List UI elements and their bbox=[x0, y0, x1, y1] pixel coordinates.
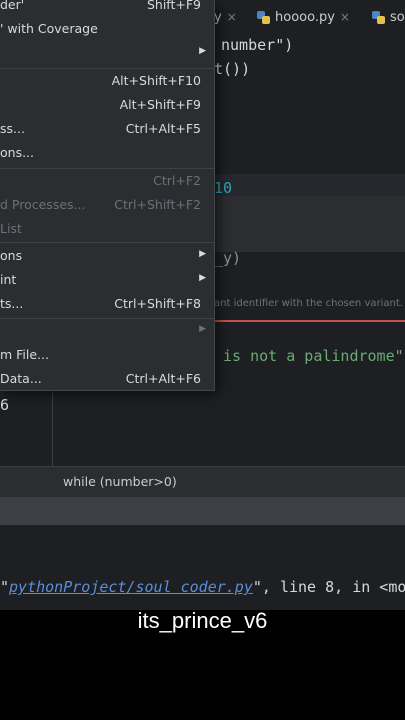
menu-item-submenu-disabled: ▶ bbox=[0, 320, 214, 344]
menu-item-show-running-list: List bbox=[0, 218, 214, 242]
number-literal: 10 bbox=[214, 179, 233, 197]
traceback-text: ", line 8, in <mod bbox=[252, 578, 405, 596]
menu-item-label: ss... bbox=[0, 121, 25, 136]
breadcrumb[interactable]: while (number>0) bbox=[0, 466, 405, 497]
caption-watermark: its_prince_v6 bbox=[137, 608, 268, 633]
tab-hoooo-py[interactable]: hoooo.py × bbox=[257, 6, 350, 28]
menu-item-label: List bbox=[0, 221, 22, 236]
menu-item-label: int bbox=[0, 272, 17, 287]
menu-item-run[interactable]: Alt+Shift+F10 bbox=[0, 70, 214, 94]
submenu-arrow-icon: ▶ bbox=[199, 46, 206, 56]
close-icon[interactable]: × bbox=[340, 10, 350, 24]
menu-item-edit-configurations[interactable]: ons... bbox=[0, 142, 214, 166]
string-literal: is not a palindrome" bbox=[214, 347, 404, 365]
submenu-arrow-icon: ▶ bbox=[199, 249, 206, 259]
menu-item-label: ' with Coverage bbox=[0, 21, 98, 36]
close-icon[interactable]: × bbox=[227, 10, 237, 24]
menu-separator bbox=[0, 242, 214, 243]
menu-item-stop: Ctrl+F2 bbox=[0, 170, 214, 194]
menu-item-stop-background-processes: d Processes... Ctrl+Shift+F2 bbox=[0, 194, 214, 218]
menu-item-label: Data... bbox=[0, 371, 42, 386]
menu-item-show-coverage-data[interactable]: Data... Ctrl+Alt+F6 bbox=[0, 368, 214, 392]
menu-separator bbox=[0, 168, 214, 169]
python-file-icon bbox=[257, 10, 270, 24]
menu-item-label: ts... bbox=[0, 296, 24, 311]
ide-window: y × hoooo.py × so number") t()) 10 _y) a… bbox=[0, 0, 405, 610]
code-line: number") bbox=[221, 36, 293, 54]
tab-label: so bbox=[390, 9, 405, 25]
menu-item-shortcut: Ctrl+F2 bbox=[153, 173, 201, 188]
menu-item-shortcut: Shift+F9 bbox=[146, 0, 201, 12]
menu-item-run-config[interactable]: der' Shift+F9 bbox=[0, 0, 214, 18]
menu-item-submenu[interactable]: ▶ bbox=[0, 42, 214, 66]
code-line: _y) bbox=[214, 249, 242, 267]
menu-item-debugging-actions[interactable]: ons ▶ bbox=[0, 245, 214, 269]
inspection-hint-text: ant identifier with the chosen variant. bbox=[214, 298, 403, 309]
menu-item-run-with-coverage[interactable]: ' with Coverage bbox=[0, 18, 214, 42]
menu-item-shortcut: Alt+Shift+F9 bbox=[119, 97, 201, 112]
menu-item-shortcut: Ctrl+Shift+F2 bbox=[114, 197, 201, 212]
menu-item-debug[interactable]: Alt+Shift+F9 bbox=[0, 94, 214, 118]
line-number: 6 bbox=[0, 396, 10, 414]
submenu-arrow-icon: ▶ bbox=[199, 273, 206, 283]
menu-item-label: m File... bbox=[0, 347, 49, 362]
menu-item-shortcut: Alt+Shift+F10 bbox=[111, 73, 201, 88]
breadcrumb-item[interactable]: while (number>0) bbox=[63, 474, 177, 489]
code-line: is not a palindrome" bbox=[214, 347, 404, 365]
menu-item-shortcut: Ctrl+Alt+F6 bbox=[125, 371, 201, 386]
menu-item-toggle-breakpoint[interactable]: int ▶ bbox=[0, 269, 214, 293]
code-line: t()) bbox=[214, 60, 251, 78]
menu-separator bbox=[0, 68, 214, 69]
tool-window-header bbox=[0, 497, 405, 525]
file-link[interactable]: pythonProject/soul coder.py bbox=[9, 578, 253, 596]
menu-item-label: der' bbox=[0, 0, 25, 12]
code-text: ") bbox=[275, 36, 294, 54]
menu-item-attach-to-process[interactable]: ss... Ctrl+Alt+F5 bbox=[0, 118, 214, 142]
menu-separator bbox=[0, 318, 214, 319]
traceback-line: "pythonProject/soul coder.py", line 8, i… bbox=[0, 578, 405, 596]
tab-soul-coder[interactable]: so bbox=[372, 6, 405, 28]
menu-item-shortcut: Ctrl+Alt+F5 bbox=[125, 121, 201, 136]
tab-label: y bbox=[214, 9, 222, 25]
menu-item-label: d Processes... bbox=[0, 197, 86, 212]
python-file-icon bbox=[372, 10, 385, 24]
run-output-panel[interactable]: "pythonProject/soul coder.py", line 8, i… bbox=[0, 525, 405, 610]
run-menu-dropdown: der' Shift+F9 ' with Coverage ▶ Alt+Shif… bbox=[0, 0, 215, 391]
code-text: number bbox=[221, 36, 276, 54]
menu-item-import-from-file[interactable]: m File... bbox=[0, 344, 214, 368]
menu-item-shortcut: Ctrl+Shift+F8 bbox=[114, 296, 201, 311]
submenu-arrow-icon: ▶ bbox=[199, 324, 206, 334]
tab-previous[interactable]: y × bbox=[214, 6, 237, 28]
tab-label: hoooo.py bbox=[275, 9, 335, 25]
code-line: 10 bbox=[214, 179, 232, 197]
menu-item-view-breakpoints[interactable]: ts... Ctrl+Shift+F8 bbox=[0, 293, 214, 317]
menu-item-label: ons bbox=[0, 248, 23, 263]
menu-item-label: ons... bbox=[0, 145, 35, 160]
